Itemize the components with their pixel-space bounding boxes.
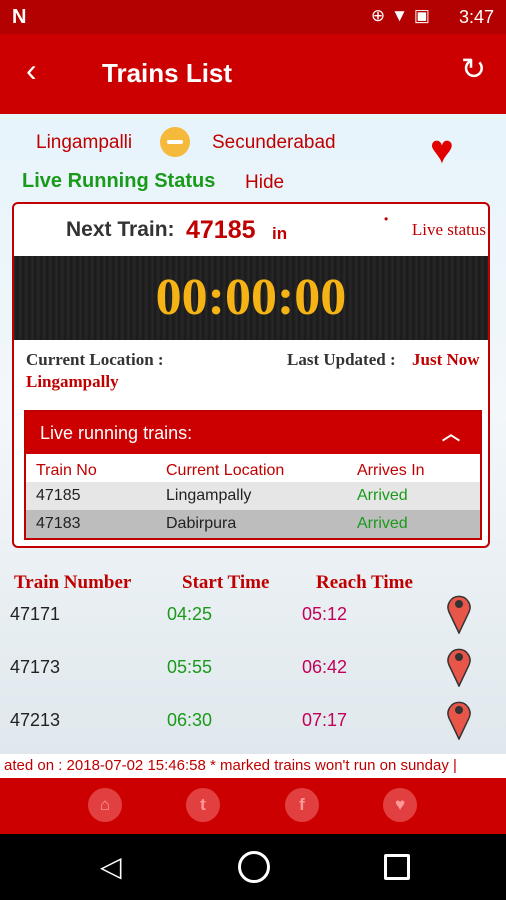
chevron-up-icon[interactable]: ︿ — [442, 420, 460, 446]
status-bar: N ⊕▼▣ 3:47 — [0, 0, 506, 34]
live-running-status-label: Live Running Status — [22, 170, 216, 192]
next-train-number: 47185 — [186, 216, 256, 244]
list-item[interactable]: 47171 04:25 05:12 — [0, 595, 506, 656]
column-header-start-time: Start Time — [182, 572, 270, 593]
train-no-cell: 47185 — [36, 487, 81, 504]
location-cell: Lingampally — [166, 487, 252, 504]
current-location-label: Current Location : — [26, 350, 164, 369]
bottom-bar: ⌂ t f ♥ — [0, 778, 506, 834]
twitter-icon[interactable]: t — [186, 788, 220, 822]
countdown-timer: 00:00:00 — [155, 269, 347, 326]
column-header-train-number: Train Number — [14, 572, 132, 593]
update-ticker: ated on : 2018-07-02 15:46:58 * marked t… — [0, 754, 506, 778]
column-header-train-no: Train No — [36, 462, 97, 479]
ticker-text: ated on : 2018-07-02 15:46:58 * marked t… — [4, 757, 457, 774]
app-bar: ‹ Trains List ↻ — [0, 34, 506, 114]
map-pin-icon[interactable] — [446, 645, 472, 687]
clock: 3:47 — [458, 7, 494, 27]
start-time-cell: 06:30 — [167, 710, 213, 730]
nav-recents-icon[interactable] — [384, 854, 410, 880]
live-running-trains-panel: Live running trains: ︿ Train No Current … — [24, 410, 482, 540]
start-time-cell: 05:55 — [167, 657, 213, 677]
arrives-cell: Arrived — [357, 487, 408, 504]
system-nav-bar: ◁ — [0, 834, 506, 900]
next-train-label: Next Train: — [66, 218, 175, 241]
swap-stations-icon[interactable] — [160, 127, 190, 157]
train-no-cell: 47183 — [36, 515, 81, 532]
favorite-heart-icon[interactable]: ♥ — [430, 130, 454, 170]
arrives-cell: Arrived — [357, 515, 408, 532]
nav-back-icon[interactable]: ◁ — [100, 850, 122, 884]
last-updated-label: Last Updated : — [287, 350, 396, 369]
home-icon[interactable]: ⌂ — [88, 788, 122, 822]
reach-time-cell: 07:17 — [302, 710, 348, 730]
next-train-card: Next Train: 47185 in • Live status 00:00… — [12, 202, 490, 548]
last-updated-value: Just Now — [412, 350, 480, 369]
back-arrow-icon[interactable]: ‹ — [26, 54, 37, 86]
train-number-cell: 47213 — [10, 710, 61, 730]
column-header-arrives-in: Arrives In — [357, 462, 425, 479]
notification-badge: N — [12, 6, 27, 28]
countdown-panel: 00:00:00 — [14, 256, 488, 340]
reach-time-cell: 06:42 — [302, 657, 348, 677]
from-station[interactable]: Lingampalli — [36, 132, 132, 154]
live-trains-header[interactable]: Live running trains: ︿ — [26, 412, 480, 454]
main-content: Lingampalli Secunderabad ♥ Live Running … — [0, 114, 506, 778]
hide-link[interactable]: Hide — [245, 172, 284, 194]
column-header-current-location: Current Location — [166, 462, 285, 479]
column-header-reach-time: Reach Time — [316, 572, 413, 593]
current-location-value: Lingampally — [26, 372, 119, 391]
list-item[interactable]: 47173 05:55 06:42 — [0, 648, 506, 709]
map-pin-icon[interactable] — [446, 592, 472, 634]
favorite-icon[interactable]: ♥ — [383, 788, 417, 822]
table-row[interactable]: 47185 Lingampally Arrived — [26, 482, 480, 510]
train-number-cell: 47171 — [10, 604, 61, 624]
map-pin-icon[interactable] — [446, 698, 472, 740]
to-station[interactable]: Secunderabad — [212, 132, 336, 154]
status-icons: ⊕▼▣ — [370, 6, 436, 25]
location-cell: Dabirpura — [166, 515, 237, 532]
reach-time-cell: 05:12 — [302, 604, 348, 624]
next-train-suffix: in — [272, 224, 288, 243]
refresh-icon[interactable]: ↻ — [461, 54, 486, 86]
live-status-link[interactable]: Live status — [412, 220, 486, 240]
start-time-cell: 04:25 — [167, 604, 213, 624]
train-number-cell: 47173 — [10, 657, 61, 677]
page-title: Trains List — [102, 58, 233, 88]
nav-home-icon[interactable] — [238, 851, 270, 883]
live-trains-title: Live running trains: — [40, 423, 193, 443]
table-row[interactable]: 47183 Dabirpura Arrived — [26, 510, 480, 538]
live-dot: • — [384, 212, 389, 226]
facebook-icon[interactable]: f — [285, 788, 319, 822]
